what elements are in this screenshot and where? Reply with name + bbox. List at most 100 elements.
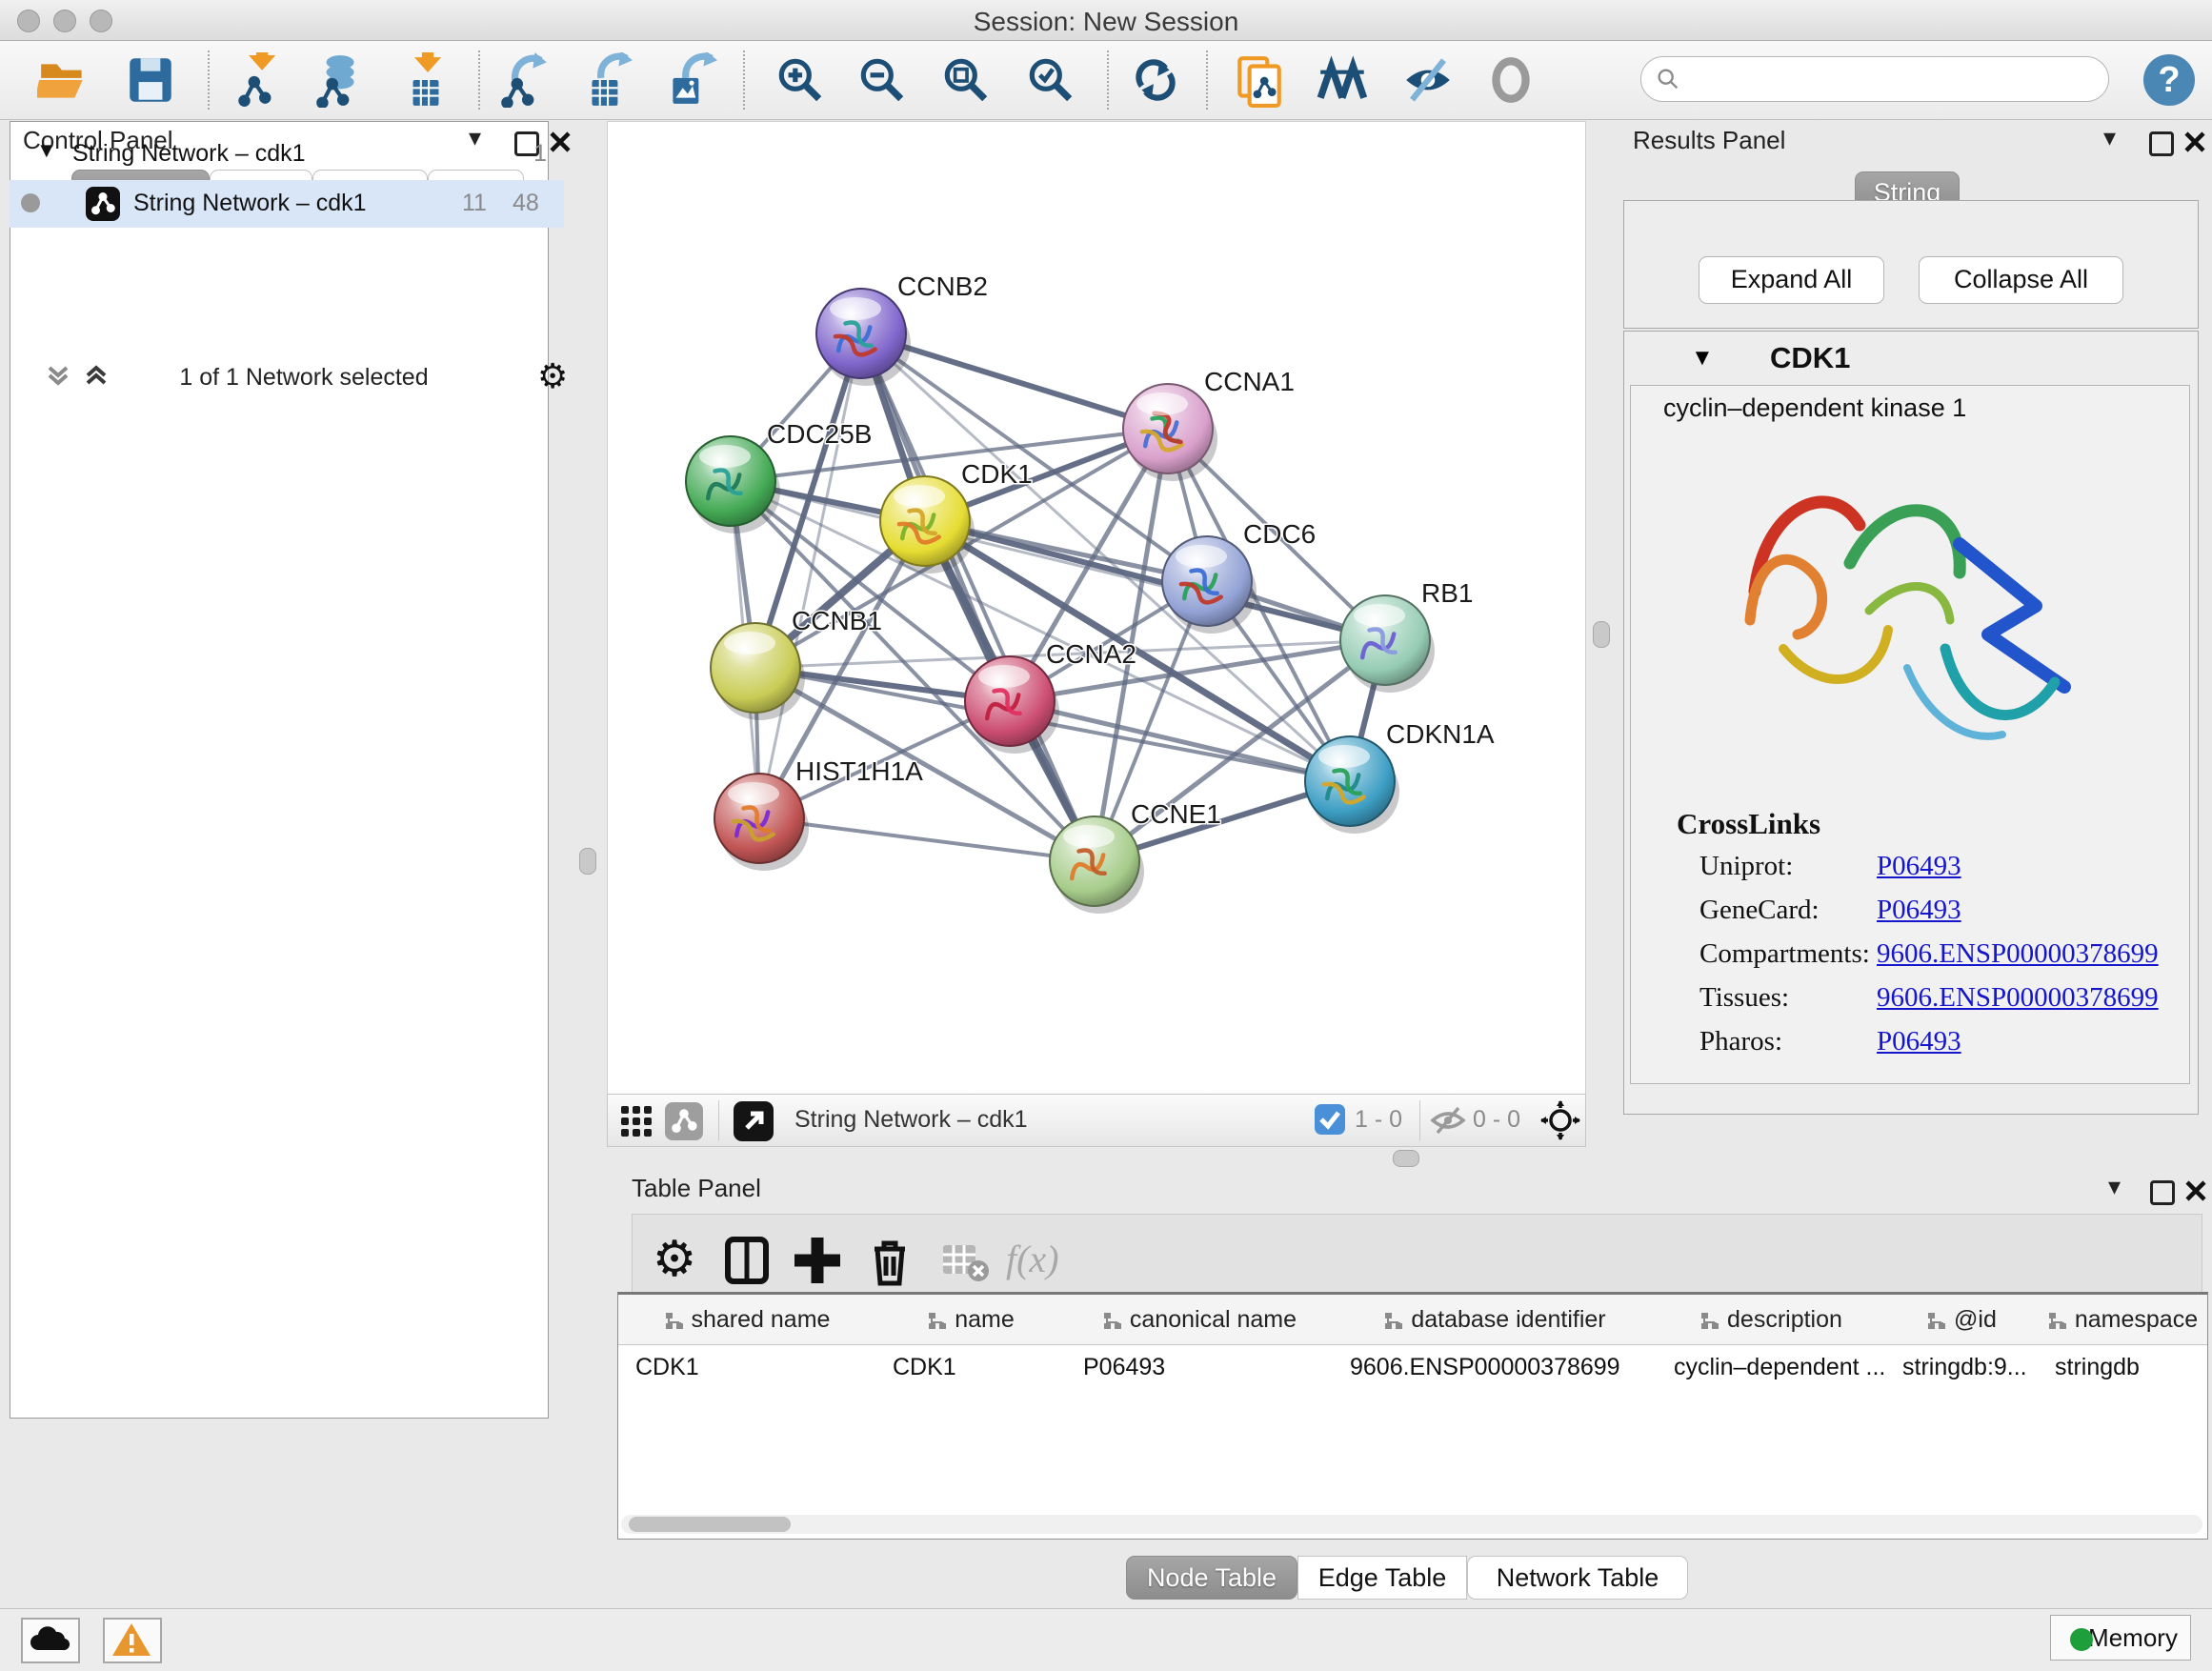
table-cell[interactable]: CDK1 — [618, 1345, 875, 1389]
tab-network-table[interactable]: Network Table — [1467, 1556, 1688, 1600]
network-view-title: String Network – cdk1 — [794, 1106, 1028, 1134]
network-options-gear-icon[interactable]: ⚙ — [537, 356, 568, 396]
crosslink-row: Compartments:9606.ENSP00000378699 — [1631, 938, 2189, 982]
network-node-CCNA1[interactable] — [1123, 384, 1213, 473]
help-button[interactable]: ? — [2143, 54, 2195, 106]
zoom-out-icon[interactable] — [855, 52, 910, 108]
selected-checkbox-icon[interactable] — [1315, 1104, 1345, 1135]
results-panel-float-button[interactable] — [2149, 129, 2174, 156]
results-panel-close-button[interactable] — [2183, 131, 2206, 153]
cdk1-section-title: CDK1 — [1770, 341, 1850, 375]
protein-structure-image — [1707, 430, 2117, 801]
table-horizontal-scrollbar[interactable] — [621, 1515, 2202, 1534]
import-network-database-icon[interactable] — [311, 52, 366, 108]
crosslink-link[interactable]: 9606.ENSP00000378699 — [1877, 938, 2159, 970]
right-splitter-grip[interactable] — [1593, 621, 1610, 648]
function-builder-icon[interactable]: f(x) — [1006, 1232, 1092, 1289]
network-node-CCNB1[interactable] — [711, 623, 800, 713]
table-cell[interactable]: stringdb — [2038, 1345, 2207, 1389]
tab-node-table[interactable]: Node Table — [1126, 1556, 1297, 1600]
toolbar-search[interactable] — [1640, 56, 2109, 102]
node-label-CCNB2: CCNB2 — [897, 272, 988, 301]
add-column-icon[interactable] — [789, 1232, 846, 1289]
network-node-CDC25B[interactable] — [686, 436, 775, 526]
table-panel-float-button[interactable] — [2150, 1178, 2175, 1205]
search-input[interactable] — [1691, 61, 2095, 97]
network-node-CDC6[interactable] — [1162, 536, 1252, 626]
tab-edge-table[interactable]: Edge Table — [1297, 1556, 1467, 1600]
collection-expand-icon[interactable]: ▼ — [36, 138, 57, 163]
memory-button[interactable]: Memory — [2050, 1615, 2191, 1661]
left-splitter-grip[interactable] — [579, 848, 596, 875]
results-panel-menu-button[interactable]: ▾ — [2103, 123, 2116, 152]
table-cell[interactable]: P06493 — [1066, 1345, 1333, 1389]
expand-all-button[interactable]: Expand All — [1699, 256, 1884, 304]
hide-selected-icon[interactable] — [1400, 52, 1456, 108]
column-header: shared name — [618, 1295, 876, 1345]
network-collection-row[interactable]: ▼ String Network – cdk1 1 — [10, 131, 564, 178]
refresh-layout-icon[interactable] — [1128, 52, 1183, 108]
export-image-icon[interactable] — [662, 52, 717, 108]
network-label: String Network – cdk1 — [133, 190, 367, 217]
selected-count: 1 - 0 — [1355, 1106, 1402, 1134]
table-cell[interactable]: 9606.ENSP00000378699 — [1333, 1345, 1657, 1389]
network-badge-icon[interactable] — [665, 1102, 703, 1140]
network-node-CDK1[interactable] — [880, 476, 970, 566]
export-table-icon[interactable] — [579, 52, 634, 108]
network-canvas[interactable]: CCNB2CCNA1CDC25BCDK1CDC6RB1CCNB1CCNA2CDK… — [607, 121, 1586, 1096]
birdseye-toggle-icon[interactable] — [1539, 1099, 1581, 1141]
table-panel-close-button[interactable] — [2184, 1179, 2207, 1202]
node-table[interactable]: shared name name canonical name database… — [617, 1292, 2208, 1540]
network-selection-bar: 1 of 1 Network selected ⚙ — [34, 358, 573, 396]
export-network-icon[interactable] — [495, 52, 551, 108]
table-cell[interactable]: CDK1 — [875, 1345, 1066, 1389]
cdk1-collapse-icon[interactable]: ▼ — [1691, 345, 1714, 372]
first-neighbors-icon[interactable] — [1317, 52, 1372, 108]
table-cell[interactable]: cyclin–dependent ... — [1657, 1345, 1885, 1389]
network-edge[interactable] — [925, 521, 1385, 640]
network-view-toolbar: String Network – cdk1 1 - 0 0 - 0 — [607, 1094, 1586, 1147]
cloud-button[interactable] — [21, 1618, 80, 1663]
delete-column-icon[interactable] — [861, 1232, 918, 1289]
warning-button[interactable] — [103, 1618, 162, 1663]
crosslink-link[interactable]: P06493 — [1877, 895, 1961, 926]
grid-view-icon[interactable] — [619, 1104, 654, 1138]
network-node-RB1[interactable] — [1340, 595, 1430, 685]
network-edge[interactable] — [1010, 701, 1350, 781]
zoom-selected-icon[interactable] — [1023, 52, 1078, 108]
cdk1-description: cyclin–dependent kinase 1 — [1663, 393, 1966, 423]
network-node-HIST1H1A[interactable] — [714, 774, 804, 863]
delete-table-icon[interactable] — [935, 1232, 993, 1289]
show-columns-icon[interactable] — [718, 1232, 775, 1289]
crosslink-link[interactable]: P06493 — [1877, 851, 1961, 882]
crosslink-label: Pharos: — [1699, 1026, 1782, 1057]
cdk1-details: cyclin–dependent kinase 1 CrossLinks Uni… — [1630, 385, 2190, 1084]
network-edge[interactable] — [759, 333, 861, 818]
open-session-icon[interactable] — [37, 52, 92, 108]
import-network-file-icon[interactable] — [231, 52, 286, 108]
memory-status-dot — [2070, 1628, 2093, 1651]
zoom-fit-icon[interactable] — [938, 52, 994, 108]
crosslink-link[interactable]: P06493 — [1877, 1026, 1961, 1057]
network-node-CCNA2[interactable] — [965, 656, 1055, 746]
network-node-CCNB2[interactable] — [816, 289, 906, 378]
clone-network-icon[interactable] — [1232, 52, 1287, 108]
crosslink-row: GeneCard:P06493 — [1631, 895, 2189, 938]
scrollbar-thumb[interactable] — [629, 1517, 791, 1532]
table-panel-menu-button[interactable]: ▾ — [2108, 1172, 2121, 1201]
zoom-in-icon[interactable] — [773, 52, 828, 108]
network-node-CCNE1[interactable] — [1050, 816, 1139, 906]
table-settings-gear-icon[interactable]: ⚙ — [646, 1232, 703, 1289]
network-node-CDKN1A[interactable] — [1305, 736, 1395, 826]
crosslink-link[interactable]: 9606.ENSP00000378699 — [1877, 982, 2159, 1014]
import-table-icon[interactable] — [398, 52, 453, 108]
table-cell[interactable]: stringdb:9... — [1885, 1345, 2038, 1389]
open-view-in-window-icon[interactable] — [734, 1101, 774, 1141]
horizontal-splitter-grip[interactable] — [1393, 1150, 1419, 1167]
show-graphics-details-icon[interactable] — [1483, 52, 1538, 108]
save-session-icon[interactable] — [123, 52, 178, 108]
collapse-all-button[interactable]: Collapse All — [1919, 256, 2123, 304]
hidden-eye-icon[interactable] — [1429, 1105, 1467, 1136]
network-row-selected[interactable]: String Network – cdk1 11 48 — [10, 180, 564, 228]
network-edge[interactable] — [759, 818, 1095, 861]
